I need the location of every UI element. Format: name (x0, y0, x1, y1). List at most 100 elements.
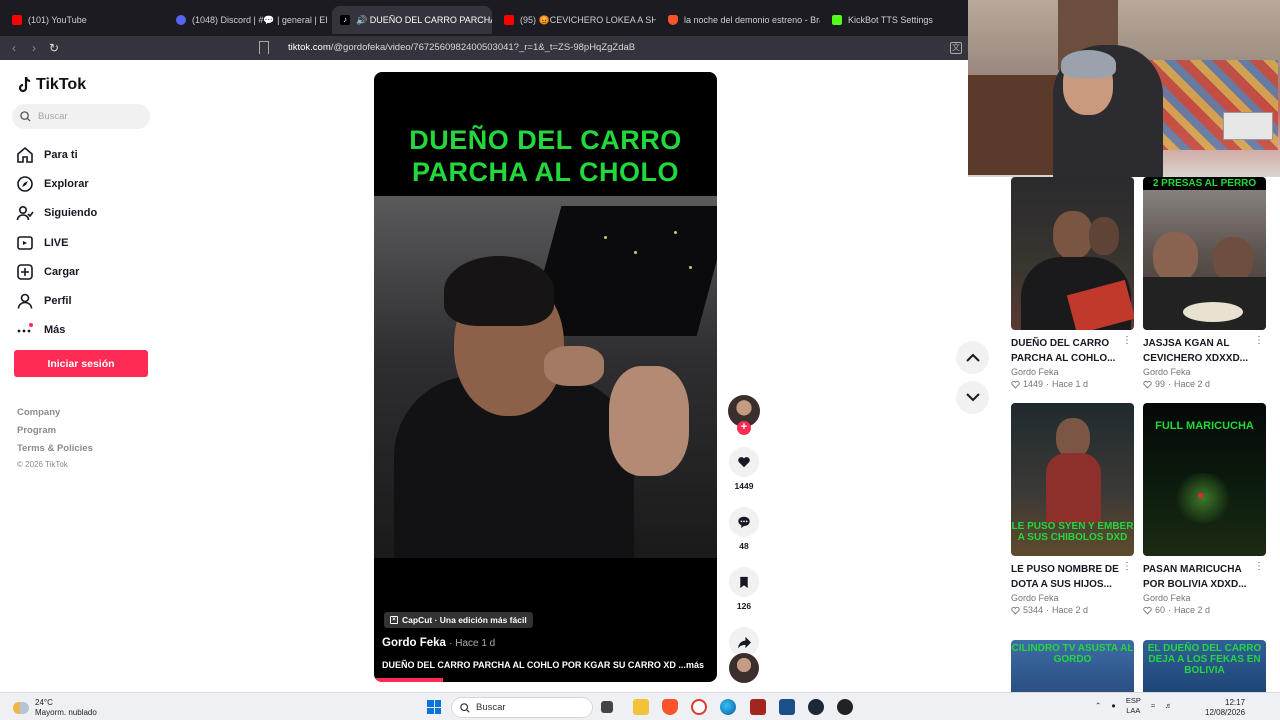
sidebar-item-live[interactable]: LIVE (16, 228, 97, 257)
footer-link-company[interactable]: Company (17, 404, 93, 422)
tab-kickbot[interactable]: KickBot TTS Settings (824, 6, 964, 34)
volume-icon[interactable]: ♬ (1165, 701, 1173, 711)
bookmark-icon[interactable] (259, 41, 269, 54)
video-card[interactable]: ⋮ DUEÑO DEL CARRO PARCHA AL COHLO... Gor… (1011, 177, 1134, 389)
tray-expand-icon[interactable]: ⌃ (1095, 701, 1101, 711)
weather-widget[interactable]: 24°C Mayorm. nublado (13, 698, 97, 718)
heart-icon (738, 457, 750, 468)
forward-icon[interactable]: › (24, 41, 44, 55)
task-view-icon[interactable] (601, 701, 613, 713)
sidebar-item-explorar[interactable]: Explorar (16, 169, 97, 198)
follow-plus-icon[interactable]: + (737, 421, 751, 435)
save-button[interactable] (729, 567, 759, 597)
taskbar-search[interactable]: Buscar (451, 697, 593, 718)
tab-brave-search[interactable]: la noche del demonio estreno - Brave (660, 6, 820, 34)
footer-link-terms[interactable]: Terms & Policies (17, 440, 93, 458)
microphone-icon[interactable]: ● (1111, 701, 1116, 711)
card-options-icon[interactable]: ⋮ (1122, 561, 1132, 572)
video-thumbnail[interactable]: 2 PRESAS AL PERRO (1143, 177, 1266, 330)
youtube-icon (504, 15, 514, 25)
back-icon[interactable]: ‹ (4, 41, 24, 55)
steam-icon[interactable] (808, 699, 824, 715)
translate-icon[interactable]: 文 (950, 42, 962, 54)
street-light (634, 251, 637, 254)
file-explorer-icon[interactable] (633, 699, 649, 715)
sidebar-item-perfil[interactable]: Perfil (16, 286, 97, 315)
video-author[interactable]: Gordo Feka · Hace 1 d (382, 637, 495, 649)
language-indicator[interactable]: ESP LAA (1126, 696, 1141, 716)
card-options-icon[interactable]: ⋮ (1254, 561, 1264, 572)
video-thumbnail[interactable] (1011, 177, 1134, 330)
login-button[interactable]: Iniciar sesión (14, 350, 148, 377)
save-action[interactable]: 126 (727, 567, 761, 611)
video-card[interactable]: FULL MARICUCHA ⋮ PASAN MARICUCHA POR BOL… (1143, 403, 1266, 615)
card-options-icon[interactable]: ⋮ (1122, 335, 1132, 346)
start-button[interactable] (427, 700, 441, 714)
youtube-icon (12, 15, 22, 25)
music-disc-avatar[interactable] (729, 653, 759, 683)
video-card[interactable]: EL DUEÑO DEL CARRO DEJA A LOS FEKAS EN B… (1143, 640, 1266, 692)
language-code: ESP (1125, 696, 1141, 705)
stat-separator: · (1168, 379, 1172, 389)
video-thumbnail[interactable]: EL DUEÑO DEL CARRO DEJA A LOS FEKAS EN B… (1143, 640, 1266, 692)
video-card[interactable]: 2 PRESAS AL PERRO ⋮ JASJSA KGAN AL CEVIC… (1143, 177, 1266, 389)
search-icon (460, 702, 470, 713)
tab-discord[interactable]: (1048) Discord | #💬 | general | EISUS (168, 6, 328, 34)
creator-avatar[interactable]: + (728, 395, 760, 435)
sidebar-item-siguiendo[interactable]: Siguiendo (16, 199, 97, 228)
logo-text: TikTok (36, 76, 87, 93)
taskbar-clock[interactable]: 12:17 12/08/2026 (1205, 698, 1245, 718)
video-thumbnail[interactable]: CILINDRO TV ASUSTA AL GORDO (1011, 640, 1134, 692)
street-light (689, 266, 692, 269)
tiktok-logo[interactable]: TikTok (18, 76, 86, 94)
search-icon (20, 111, 31, 122)
wifi-icon[interactable]: ≈ (1151, 701, 1155, 711)
street-light (604, 236, 607, 239)
card-stats: 60 · Hace 2 d (1143, 605, 1266, 615)
obs-icon[interactable] (837, 699, 853, 715)
like-action[interactable]: 1449 (727, 447, 761, 491)
card-title: LE PUSO NOMBRE DE DOTA A SUS HIJOS... (1011, 564, 1119, 590)
like-button[interactable] (729, 447, 759, 477)
video-progress[interactable] (374, 678, 443, 682)
edge-icon[interactable] (720, 699, 736, 715)
search-input[interactable]: Buscar (12, 104, 150, 129)
reload-icon[interactable]: ↻ (44, 41, 64, 55)
app-icon[interactable] (779, 699, 795, 715)
weather-desc: Mayorm. nublado (35, 708, 97, 717)
video-thumbnail[interactable]: LE PUSO SYEN Y EMBER A SUS CHIBOLOS DXD (1011, 403, 1134, 556)
card-time: Hace 2 d (1174, 605, 1211, 615)
following-icon (16, 206, 34, 221)
more-link[interactable]: más (686, 660, 704, 670)
thumb-glow (1173, 473, 1233, 523)
url-field[interactable]: tiktok.com/@gordofeka/video/767256098240… (288, 42, 635, 53)
street-light (674, 231, 677, 234)
video-card[interactable]: LE PUSO SYEN Y EMBER A SUS CHIBOLOS DXD … (1011, 403, 1134, 615)
comment-button[interactable] (729, 507, 759, 537)
thumb-person (1153, 232, 1198, 282)
sidebar-item-para-ti[interactable]: Para ti (16, 140, 97, 169)
dota-icon[interactable] (750, 699, 766, 715)
card-options-icon[interactable]: ⋮ (1254, 335, 1264, 346)
capcut-badge[interactable]: × CapCut · Una edición más fácil (384, 612, 533, 628)
save-count: 126 (736, 601, 752, 611)
sidebar-item-mas[interactable]: Más (16, 316, 97, 345)
video-description: DUEÑO DEL CARRO PARCHA AL COHLO POR KGAR… (382, 660, 712, 670)
thumb-person (1056, 418, 1090, 458)
overlay-title-line: DUEÑO DEL CARRO (409, 125, 682, 155)
video-player[interactable]: DUEÑO DEL CARRO PARCHA AL CHOLO × CapCut… (374, 72, 717, 682)
footer-link-program[interactable]: Program (17, 422, 93, 440)
brave-icon[interactable] (662, 699, 678, 715)
tab-tiktok-active[interactable]: ♪ 🔊 DUEÑO DEL CARRO PARCHA ✕ (332, 6, 492, 34)
comment-action[interactable]: 48 (727, 507, 761, 551)
video-card[interactable]: CILINDRO TV ASUSTA AL GORDO (1011, 640, 1134, 692)
card-time: Hace 2 d (1174, 379, 1211, 389)
tiktok-logo-icon (18, 76, 31, 93)
sidebar-item-cargar[interactable]: Cargar (16, 257, 97, 286)
previous-video-button[interactable] (956, 341, 989, 374)
video-thumbnail[interactable]: FULL MARICUCHA (1143, 403, 1266, 556)
tab-youtube-cevichero[interactable]: (95) 😡CEVICHERO LOKEA A SHAKA (496, 6, 656, 34)
tab-youtube[interactable]: (101) YouTube (4, 6, 164, 34)
opera-icon[interactable] (691, 699, 707, 715)
next-video-button[interactable] (956, 381, 989, 414)
